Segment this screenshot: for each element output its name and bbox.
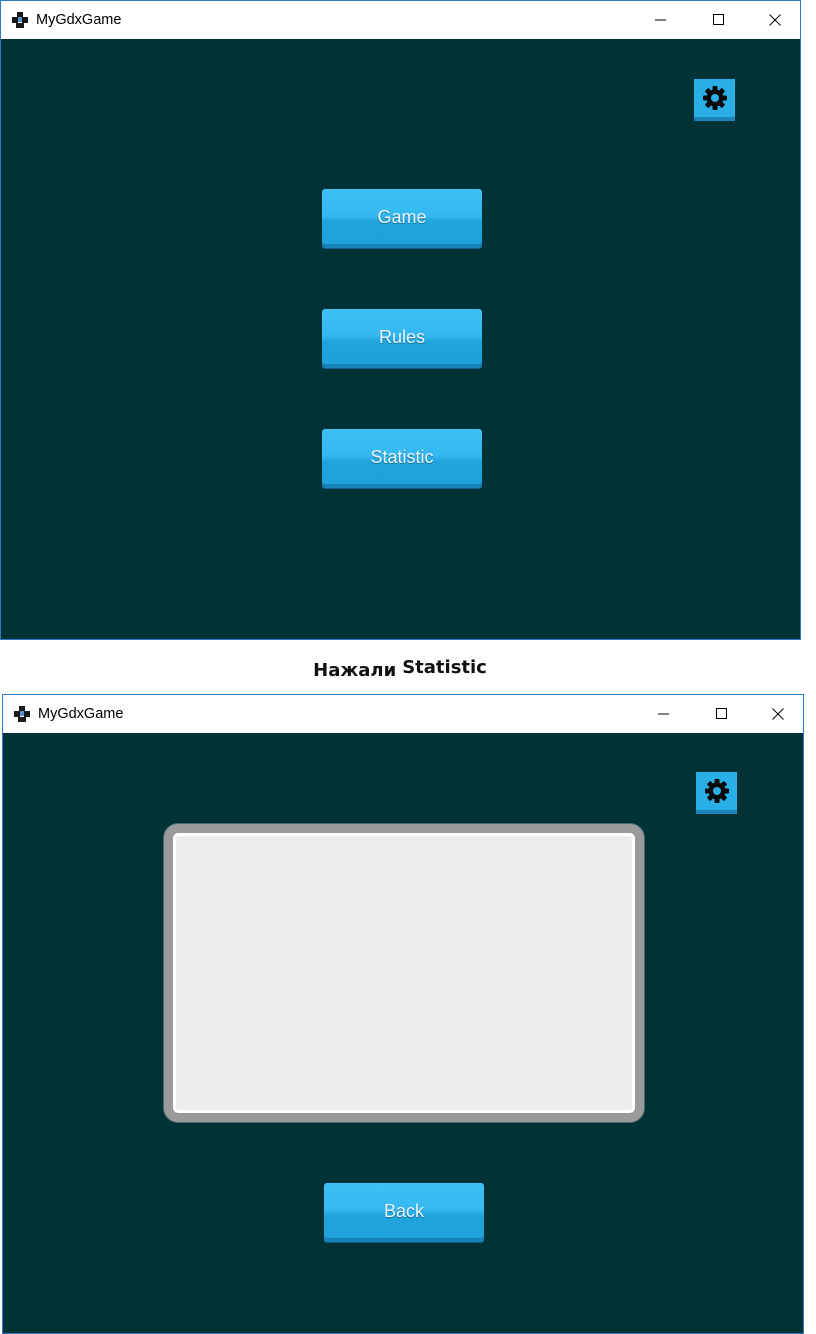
minimize-button[interactable] <box>638 1 684 39</box>
gear-icon <box>704 779 729 803</box>
main-menu-window: MyGdxGame Game Rules Statistic <box>0 0 801 640</box>
window-title: MyGdxGame <box>36 12 122 28</box>
minimize-icon <box>658 713 669 715</box>
statistic-button[interactable]: Statistic <box>322 429 482 488</box>
minimize-icon <box>655 19 666 21</box>
game-button[interactable]: Game <box>322 189 482 248</box>
title-bar[interactable]: MyGdxGame <box>3 695 803 733</box>
window-title: MyGdxGame <box>38 706 124 722</box>
statistic-window: MyGdxGame Back <box>2 694 804 1334</box>
close-button[interactable] <box>755 695 801 733</box>
settings-button[interactable] <box>696 772 737 814</box>
close-icon <box>772 708 784 720</box>
step-caption: Нажали Statistic <box>0 654 800 682</box>
minimize-button[interactable] <box>641 695 687 733</box>
maximize-icon <box>713 14 724 25</box>
maximize-icon <box>716 708 727 719</box>
statistics-panel <box>164 824 644 1122</box>
game-canvas: Game Rules Statistic <box>1 39 800 639</box>
maximize-button[interactable] <box>699 695 745 733</box>
maximize-button[interactable] <box>696 1 742 39</box>
caption-prefix: Нажали <box>313 660 397 681</box>
app-logo-icon <box>14 706 30 722</box>
title-bar[interactable]: MyGdxGame <box>1 1 800 39</box>
app-logo-icon <box>12 12 28 28</box>
settings-button[interactable] <box>694 79 735 121</box>
back-button[interactable]: Back <box>324 1183 484 1242</box>
caption-word: Statistic <box>402 657 487 678</box>
gear-icon <box>702 86 727 110</box>
rules-button[interactable]: Rules <box>322 309 482 368</box>
game-canvas: Back <box>3 733 803 1333</box>
close-icon <box>769 14 781 26</box>
close-button[interactable] <box>752 1 798 39</box>
